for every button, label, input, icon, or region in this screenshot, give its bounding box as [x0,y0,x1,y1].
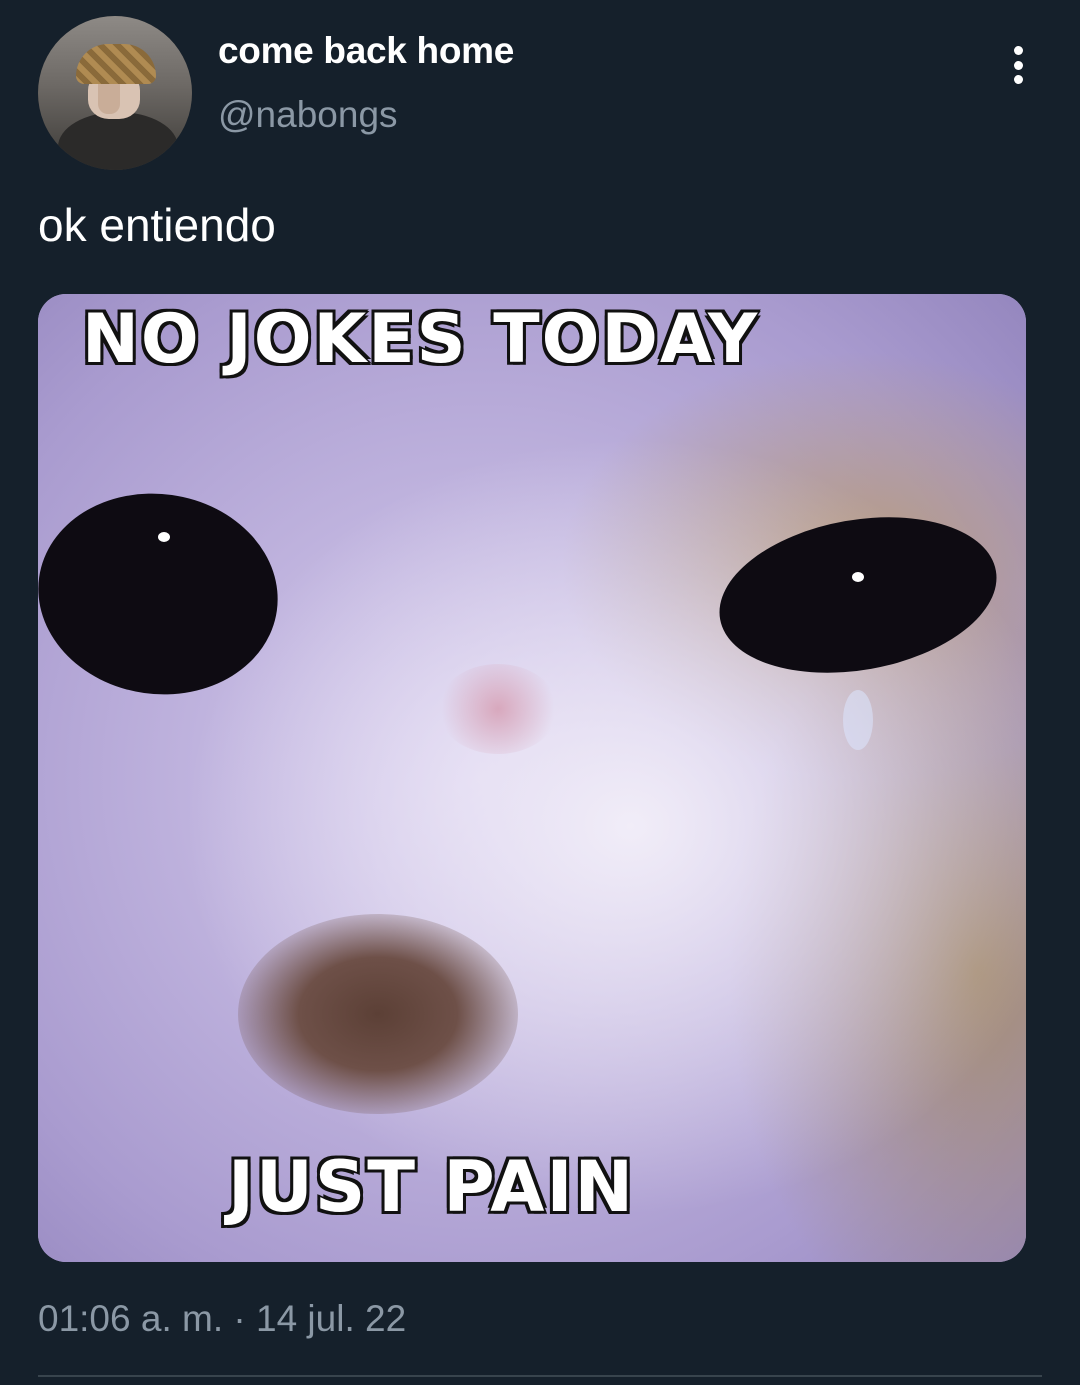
cat-nose [438,664,558,754]
more-vertical-icon [1013,60,1023,70]
display-name[interactable]: come back home [218,30,514,72]
cat-tear [843,690,873,750]
meme-bottom-caption: JUST PAIN [226,1145,636,1230]
profile-avatar[interactable] [38,16,192,170]
eye-glint [158,532,170,542]
more-vertical-icon [1013,75,1023,84]
eye-glint [852,572,864,582]
tweet-text: ok entiendo [38,199,276,251]
cat-fur [38,294,1026,1262]
user-handle[interactable]: @nabongs [218,94,398,136]
cat-mouth [238,914,518,1114]
tweet-media-image[interactable]: NO JOKES TODAY JUST PAIN [38,294,1026,1262]
tweet-timestamp[interactable]: 01:06 a. m. · 14 jul. 22 [38,1298,406,1340]
more-options-button[interactable] [1000,40,1036,90]
meme-top-caption: NO JOKES TODAY [80,299,760,381]
more-vertical-icon [1013,46,1023,55]
divider [38,1375,1042,1377]
